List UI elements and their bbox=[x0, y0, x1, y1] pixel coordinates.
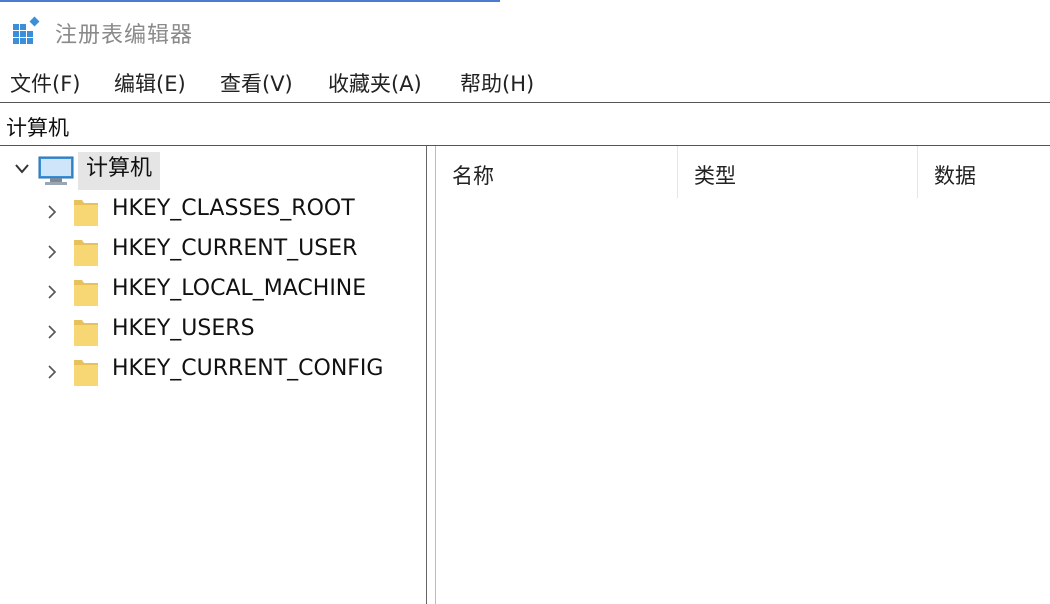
tree-node[interactable]: HKEY_LOCAL_MACHINE bbox=[0, 272, 426, 310]
column-header-data[interactable]: 数据 bbox=[918, 146, 1050, 198]
tree-node[interactable]: HKEY_CLASSES_ROOT bbox=[0, 192, 426, 230]
chevron-down-icon[interactable] bbox=[14, 162, 30, 176]
address-path[interactable]: 计算机 bbox=[6, 112, 69, 142]
folder-icon bbox=[74, 360, 98, 386]
column-header-type[interactable]: 类型 bbox=[678, 146, 918, 198]
tree-node-label[interactable]: HKEY_LOCAL_MACHINE bbox=[112, 276, 366, 301]
tree-node[interactable]: HKEY_USERS bbox=[0, 312, 426, 350]
folder-icon bbox=[74, 240, 98, 266]
tree-node-label[interactable]: HKEY_USERS bbox=[112, 316, 255, 341]
tree-node-label[interactable]: HKEY_CURRENT_CONFIG bbox=[112, 356, 383, 381]
window-title: 注册表编辑器 bbox=[55, 23, 194, 48]
menu-help[interactable]: 帮助(H) bbox=[460, 68, 534, 98]
folder-icon bbox=[74, 280, 98, 306]
pane-splitter[interactable] bbox=[426, 146, 436, 604]
chevron-right-icon[interactable] bbox=[46, 244, 58, 260]
menu-file[interactable]: 文件(F) bbox=[10, 68, 80, 98]
tree-root-computer[interactable]: 计算机 bbox=[8, 152, 408, 190]
tree-node-label[interactable]: HKEY_CURRENT_USER bbox=[112, 236, 357, 261]
tree-node[interactable]: HKEY_CURRENT_USER bbox=[0, 232, 426, 270]
computer-icon bbox=[38, 156, 74, 185]
chevron-right-icon[interactable] bbox=[46, 204, 58, 220]
menu-bar: 文件(F) 编辑(E) 查看(V) 收藏夹(A) 帮助(H) bbox=[0, 62, 1050, 102]
menu-edit[interactable]: 编辑(E) bbox=[114, 68, 186, 98]
chevron-right-icon[interactable] bbox=[46, 324, 58, 340]
title-bar: 注册表编辑器 bbox=[0, 0, 1050, 62]
values-list-pane[interactable]: 名称 类型 数据 bbox=[436, 146, 1050, 604]
column-header-name[interactable]: 名称 bbox=[436, 146, 678, 198]
folder-icon bbox=[74, 320, 98, 346]
chevron-right-icon[interactable] bbox=[46, 364, 58, 380]
tree-node-label[interactable]: HKEY_CLASSES_ROOT bbox=[112, 196, 355, 221]
title-accent-line bbox=[0, 0, 500, 2]
menu-favorites[interactable]: 收藏夹(A) bbox=[328, 68, 422, 98]
registry-editor-app-icon bbox=[13, 16, 40, 44]
tree-root-label[interactable]: 计算机 bbox=[78, 152, 161, 190]
tree-node[interactable]: HKEY_CURRENT_CONFIG bbox=[0, 352, 426, 390]
chevron-right-icon[interactable] bbox=[46, 284, 58, 300]
folder-icon bbox=[74, 200, 98, 226]
address-bar[interactable]: 计算机 bbox=[0, 102, 1050, 146]
menu-view[interactable]: 查看(V) bbox=[220, 68, 293, 98]
tree-pane: 计算机 HKEY_CLASSES_ROOT HKEY_CURRENT_USER … bbox=[0, 146, 426, 604]
